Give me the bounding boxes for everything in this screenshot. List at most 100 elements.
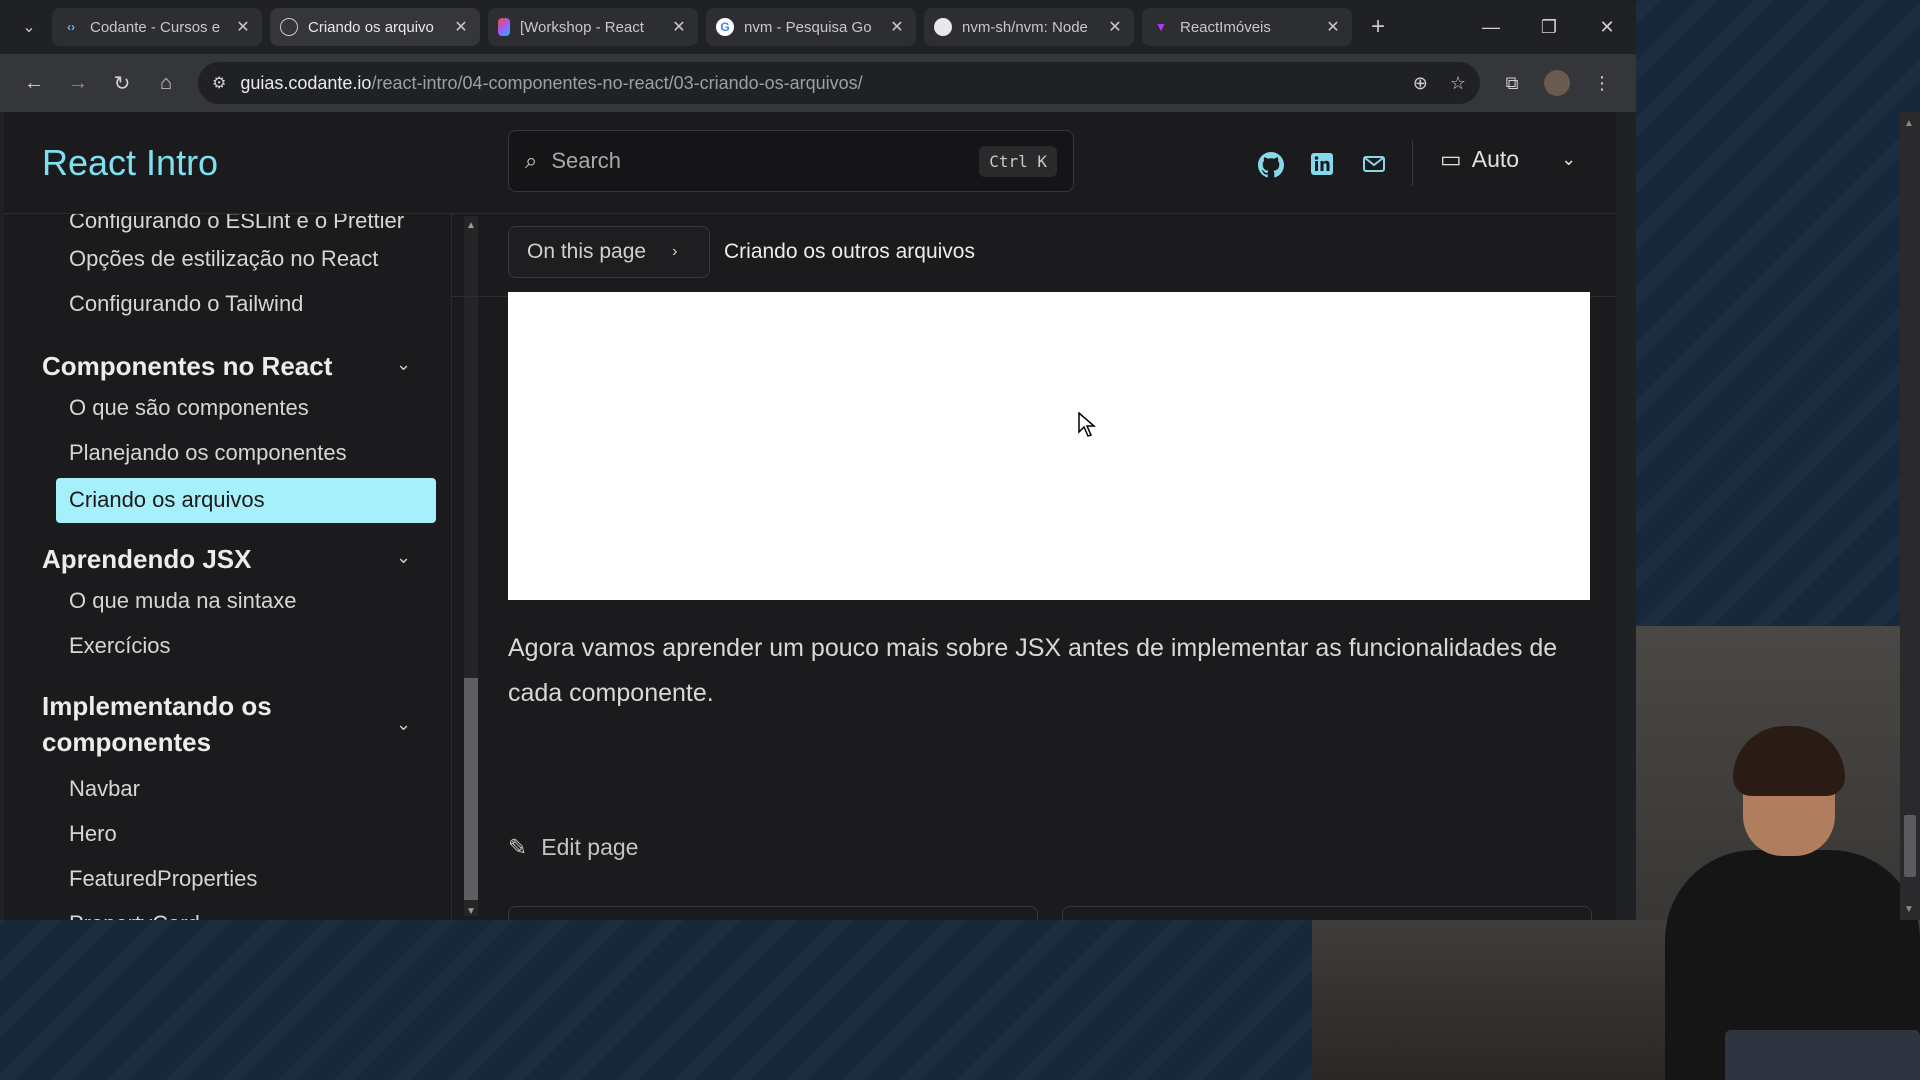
tab-workshop-react[interactable]: [Workshop - React ✕	[488, 8, 698, 46]
linkedin-icon[interactable]	[1310, 152, 1334, 183]
close-icon[interactable]: ✕	[1324, 17, 1342, 37]
chevron-down-icon: ⌄	[1561, 149, 1577, 169]
tab-title: ReactImóveis	[1180, 18, 1271, 36]
url-text[interactable]: guias.codante.io/react-intro/04-componen…	[240, 73, 1390, 94]
mouse-cursor-icon	[1078, 412, 1096, 437]
mail-icon[interactable]	[1362, 152, 1386, 183]
browser-toolbar: ← → ↻ ⌂ ⚙ guias.codante.io/react-intro/0…	[0, 54, 1636, 112]
minimize-icon[interactable]: —	[1462, 0, 1520, 54]
close-icon[interactable]: ✕	[234, 17, 252, 37]
address-bar[interactable]: ⚙ guias.codante.io/react-intro/04-compon…	[198, 62, 1480, 104]
url-path: /react-intro/04-componentes-no-react/03-…	[371, 72, 863, 93]
site-info-icon[interactable]: ⚙	[212, 73, 226, 93]
search-icon: ⌕	[525, 148, 538, 173]
sidebar-item-o-que-sao-componentes[interactable]: O que são componentes	[69, 395, 309, 421]
bookmark-star-icon[interactable]: ☆	[1450, 73, 1466, 94]
close-window-icon[interactable]: ✕	[1578, 0, 1636, 54]
search-button[interactable]: ⌕ Search Ctrl K	[508, 130, 1074, 192]
reload-icon[interactable]: ↻	[100, 71, 144, 96]
sidebar-item-planejando-componentes[interactable]: Planejando os componentes	[69, 440, 347, 466]
tab-nvm-github[interactable]: nvm-sh/nvm: Node ✕	[924, 8, 1134, 46]
tab-strip: ⌄ ‹› Codante - Cursos e ✕ Criando os arq…	[0, 0, 1636, 54]
laptop-icon: ▭	[1440, 146, 1462, 172]
sidebar-item-featured-properties[interactable]: FeaturedProperties	[69, 866, 257, 892]
sidebar-item-o-que-muda-na-sintaxe[interactable]: O que muda na sintaxe	[69, 588, 296, 614]
on-this-page-label: On this page	[527, 240, 647, 263]
window-controls: — ❐ ✕	[1462, 0, 1636, 54]
pagination-previous-card[interactable]	[508, 906, 1038, 920]
page-scrollbar-thumb[interactable]	[1904, 815, 1916, 877]
tab-reactimoveis[interactable]: ▼ ReactImóveis ✕	[1142, 8, 1352, 46]
sidebar-item-criando-os-arquivos[interactable]: Criando os arquivos	[56, 478, 436, 523]
chevron-down-icon[interactable]: ⌄	[396, 354, 411, 375]
github-icon[interactable]	[1258, 152, 1284, 185]
content-paragraph: Agora vamos aprender um pouco mais sobre…	[508, 634, 1558, 707]
globe-icon	[280, 18, 298, 36]
page-viewport: React Intro ⌕ Search Ctrl K ▭ Auto ⌄ Con…	[4, 112, 1616, 920]
site-title[interactable]: React Intro	[42, 142, 218, 184]
sidebar-item-navbar[interactable]: Navbar	[69, 776, 140, 802]
sidebar-item-opcoes-estilizacao[interactable]: Opções de estilização no React	[69, 246, 378, 272]
google-icon: G	[716, 18, 734, 36]
close-icon[interactable]: ✕	[1106, 17, 1124, 37]
tab-title: Codante - Cursos e	[90, 18, 221, 36]
presenter-webcam	[1665, 726, 1920, 1080]
new-tab-button[interactable]: +	[1362, 11, 1394, 43]
scrollbar-thumb[interactable]	[464, 678, 478, 900]
sidebar-group-implementando-line1[interactable]: Implementando os	[42, 688, 272, 724]
forward-icon[interactable]: →	[56, 72, 100, 95]
home-icon[interactable]: ⌂	[144, 72, 188, 95]
chevron-down-icon[interactable]: ⌄	[396, 547, 411, 568]
chevron-down-icon[interactable]: ⌄	[396, 714, 411, 735]
edit-page-link[interactable]: ✎ Edit page	[508, 834, 638, 861]
profile-avatar[interactable]	[1544, 70, 1570, 96]
code-icon: ‹›	[67, 20, 75, 34]
sidebar-item-property-card[interactable]: PropertyCard	[69, 911, 200, 920]
tab-criando-os-arquivos[interactable]: Criando os arquivo ✕	[270, 8, 480, 46]
vite-icon: ▼	[1155, 20, 1167, 34]
tab-codante[interactable]: ‹› Codante - Cursos e ✕	[52, 8, 262, 46]
content-image-panel	[508, 292, 1590, 600]
tab-search-icon[interactable]: ⌄	[14, 17, 44, 37]
zoom-icon[interactable]: ⊕	[1413, 73, 1428, 94]
figma-icon	[498, 18, 510, 36]
github-icon	[934, 18, 952, 36]
page-scrollbar[interactable]: ▲ ▼	[1900, 112, 1920, 920]
theme-select[interactable]: ▭ Auto ⌄	[1440, 146, 1576, 173]
sidebar-group-implementando-line2[interactable]: componentes	[42, 724, 211, 760]
extensions-icon[interactable]: ⧉	[1490, 73, 1534, 94]
theme-label: Auto	[1471, 146, 1520, 172]
scroll-up-icon[interactable]: ▲	[466, 220, 476, 231]
scroll-up-icon[interactable]: ▲	[1904, 118, 1914, 129]
tab-title: Criando os arquivo	[308, 18, 434, 36]
tab-title: [Workshop - React	[520, 18, 644, 36]
tab-title: nvm-sh/nvm: Node	[962, 18, 1088, 36]
on-this-page-button[interactable]: On this page ›	[508, 226, 710, 278]
sidebar-group-aprendendo-jsx[interactable]: Aprendendo JSX	[42, 541, 251, 577]
search-placeholder: Search	[551, 148, 622, 173]
scroll-down-icon[interactable]: ▼	[1904, 904, 1914, 915]
more-menu-icon[interactable]: ⋮	[1580, 73, 1624, 94]
sidebar-item-configurando-tailwind[interactable]: Configurando o Tailwind	[69, 291, 303, 317]
scroll-down-icon[interactable]: ▼	[466, 906, 476, 917]
sidebar-item-hero[interactable]: Hero	[69, 821, 117, 847]
back-icon[interactable]: ←	[12, 72, 56, 95]
search-shortcut: Ctrl K	[979, 145, 1057, 177]
presenter-hair	[1733, 726, 1845, 796]
tab-nvm-pesquisa[interactable]: G nvm - Pesquisa Go ✕	[706, 8, 916, 46]
close-icon[interactable]: ✕	[452, 17, 470, 37]
sidebar-item-eslint-prettier[interactable]: Configurando o ESLint e o Prettier	[69, 214, 404, 234]
restore-icon[interactable]: ❐	[1520, 0, 1578, 54]
close-icon[interactable]: ✕	[670, 17, 688, 37]
sidebar-item-exercicios[interactable]: Exercícios	[69, 633, 170, 659]
header-divider	[1412, 140, 1413, 186]
presenter-laptop	[1725, 1030, 1920, 1080]
current-section-heading: Criando os outros arquivos	[724, 240, 975, 263]
close-icon[interactable]: ✕	[888, 17, 906, 37]
tab-title: nvm - Pesquisa Go	[744, 18, 872, 36]
site-header: React Intro ⌕ Search Ctrl K ▭ Auto ⌄	[4, 112, 1616, 214]
chevron-right-icon: ›	[672, 243, 678, 260]
sidebar-scrollbar[interactable]: ▲ ▼	[462, 216, 480, 920]
pagination-next-card[interactable]	[1062, 906, 1592, 920]
sidebar-group-componentes-no-react[interactable]: Componentes no React	[42, 348, 332, 384]
